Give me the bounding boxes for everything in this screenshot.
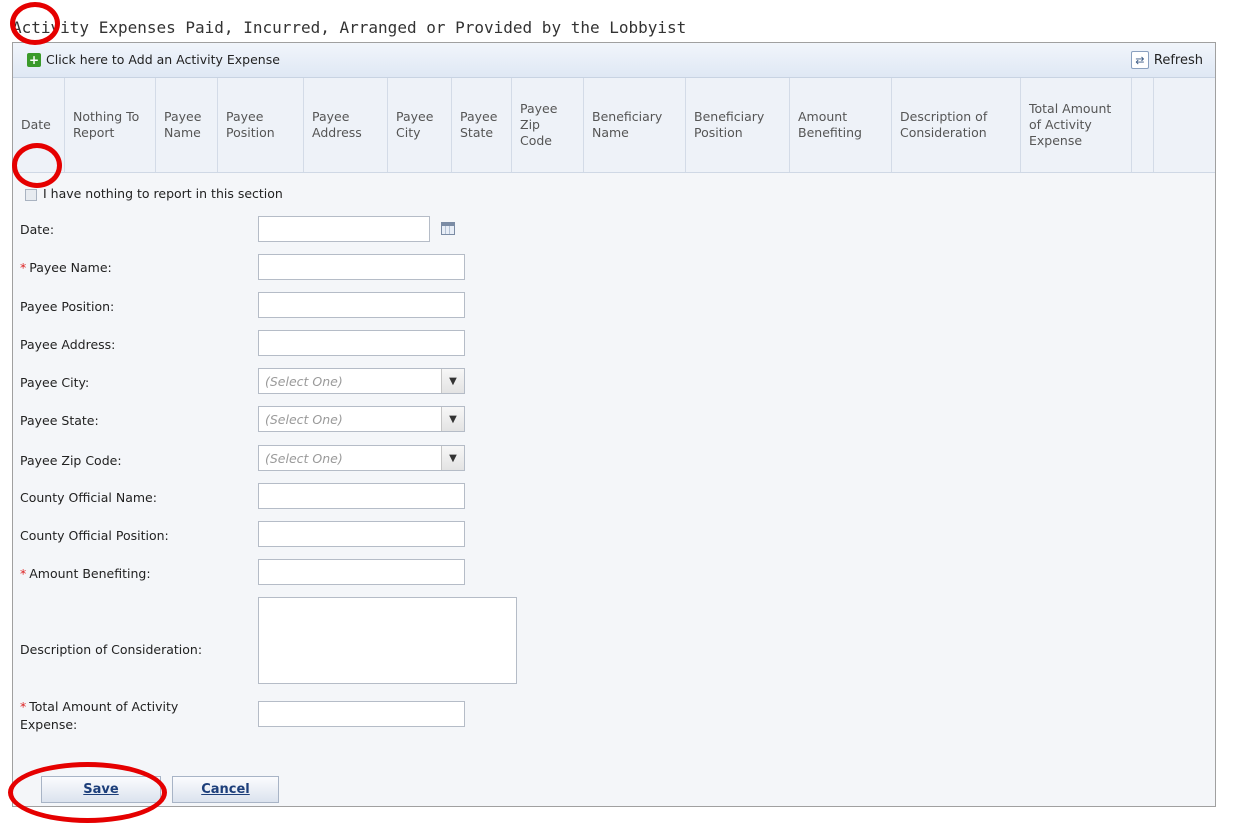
amount-benefiting-label-text: Amount Benefiting:: [29, 566, 151, 581]
amount-benefiting-label: * Amount Benefiting:: [20, 566, 151, 581]
payee-city-select-value: (Select One): [265, 374, 343, 389]
total-amount-label-text: Total Amount of Activity: [29, 699, 179, 714]
description-textarea[interactable]: [258, 597, 517, 684]
total-amount-label: * Total Amount of Activity Expense:: [20, 698, 178, 734]
column-header-nothing-to-report[interactable]: Nothing To Report: [65, 78, 156, 172]
plus-icon: +: [27, 52, 41, 67]
payee-city-label: Payee City:: [20, 375, 90, 390]
payee-position-input[interactable]: [258, 292, 465, 318]
date-input[interactable]: [258, 216, 430, 242]
total-amount-label-line1: * Total Amount of Activity: [20, 698, 178, 716]
payee-name-input[interactable]: [258, 254, 465, 280]
payee-state-select-value: (Select One): [265, 412, 343, 427]
county-official-position-input[interactable]: [258, 521, 465, 547]
refresh-button[interactable]: ⇄ Refresh: [1130, 51, 1203, 69]
column-header-date[interactable]: Date: [13, 78, 65, 172]
payee-zip-select-value: (Select One): [265, 451, 343, 466]
save-button[interactable]: Save: [41, 776, 161, 803]
cancel-button[interactable]: Cancel: [172, 776, 279, 803]
county-official-name-label: County Official Name:: [20, 490, 157, 505]
amount-benefiting-input[interactable]: [258, 559, 465, 585]
required-mark: *: [20, 699, 27, 714]
column-header-payee-zip[interactable]: Payee Zip Code: [512, 78, 584, 172]
date-label: Date:: [20, 222, 55, 237]
add-activity-expense-button[interactable]: + Click here to Add an Activity Expense: [27, 52, 280, 67]
add-activity-expense-label: Click here to Add an Activity Expense: [46, 52, 280, 67]
county-official-position-label: County Official Position:: [20, 528, 169, 543]
chevron-down-icon[interactable]: ▼: [441, 446, 464, 470]
refresh-icon: ⇄: [1130, 51, 1149, 69]
activity-expense-panel: + Click here to Add an Activity Expense …: [12, 42, 1216, 807]
payee-zip-label: Payee Zip Code:: [20, 453, 122, 468]
payee-zip-select[interactable]: (Select One) ▼: [258, 445, 465, 471]
refresh-label: Refresh: [1153, 52, 1203, 68]
payee-address-label: Payee Address:: [20, 337, 116, 352]
required-mark: *: [20, 566, 27, 581]
payee-city-select[interactable]: (Select One) ▼: [258, 368, 465, 394]
grid-toolbar: + Click here to Add an Activity Expense …: [13, 43, 1215, 78]
total-amount-label-line2: Expense:: [20, 717, 78, 732]
nothing-to-report-label: I have nothing to report in this section: [43, 186, 283, 201]
payee-address-input[interactable]: [258, 330, 465, 356]
column-header-description[interactable]: Description of Consideration: [892, 78, 1021, 172]
chevron-down-icon[interactable]: ▼: [441, 407, 464, 431]
payee-state-select[interactable]: (Select One) ▼: [258, 406, 465, 432]
payee-name-label-text: Payee Name:: [29, 260, 112, 275]
required-mark: *: [20, 260, 27, 275]
column-header-payee-state[interactable]: Payee State: [452, 78, 512, 172]
county-official-name-input[interactable]: [258, 483, 465, 509]
column-header-payee-city[interactable]: Payee City: [388, 78, 452, 172]
column-header-payee-address[interactable]: Payee Address: [304, 78, 388, 172]
column-header-beneficiary-name[interactable]: Beneficiary Name: [584, 78, 686, 172]
calendar-icon[interactable]: [441, 222, 455, 235]
payee-name-label: * Payee Name:: [20, 260, 112, 275]
column-header-amount-benefiting[interactable]: Amount Benefiting: [790, 78, 892, 172]
payee-state-label: Payee State:: [20, 413, 99, 428]
grid-header: Date Nothing To Report Payee Name Payee …: [13, 78, 1215, 173]
column-header-spacer: [1132, 78, 1154, 172]
description-label: Description of Consideration:: [20, 642, 203, 657]
chevron-down-icon[interactable]: ▼: [441, 369, 464, 393]
nothing-to-report-checkbox[interactable]: [25, 189, 37, 201]
column-header-beneficiary-position[interactable]: Beneficiary Position: [686, 78, 790, 172]
payee-position-label: Payee Position:: [20, 299, 115, 314]
column-header-payee-position[interactable]: Payee Position: [218, 78, 304, 172]
total-amount-input[interactable]: [258, 701, 465, 727]
column-header-total-amount[interactable]: Total Amount of Activity Expense: [1021, 78, 1132, 172]
page-title: Activity Expenses Paid, Incurred, Arrang…: [12, 18, 687, 37]
column-header-payee-name[interactable]: Payee Name: [156, 78, 218, 172]
